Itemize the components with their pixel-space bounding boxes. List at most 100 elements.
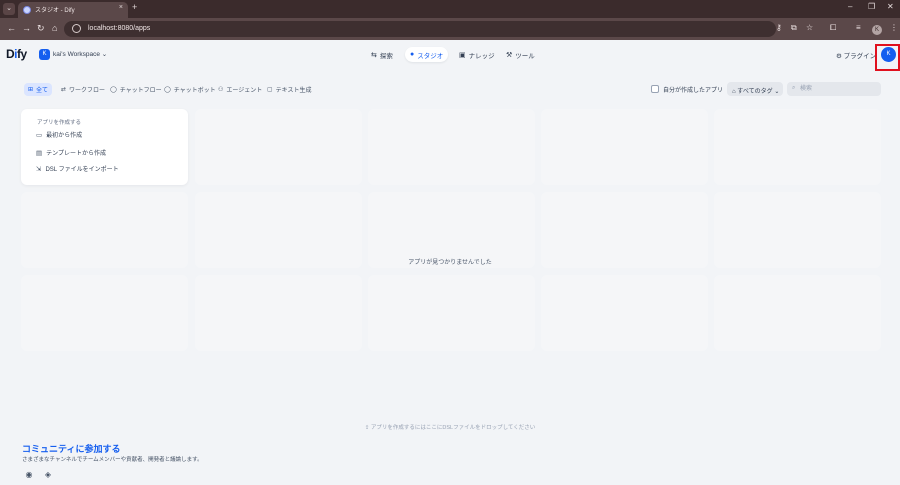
- dify-logo[interactable]: Dify: [6, 47, 27, 61]
- template-icon: ▤: [36, 149, 43, 157]
- create-item-label: DSL ファイルをインポート: [45, 167, 119, 173]
- nav-knowledge[interactable]: ▣ ナレッジ: [454, 47, 500, 62]
- install-app-icon[interactable]: ⧉: [791, 23, 797, 33]
- text-generation-icon: ▢: [267, 87, 273, 93]
- filter-text-generation[interactable]: ▢ テキスト生成: [263, 83, 316, 96]
- address-url[interactable]: localhost:8080/apps: [88, 25, 150, 32]
- create-item-label: 最初から作成: [46, 133, 83, 139]
- workspace-selector[interactable]: kai's Workspace ⌄: [53, 50, 107, 58]
- create-item-label: テンプレートから作成: [46, 151, 106, 157]
- home-icon[interactable]: ⌂: [52, 23, 57, 33]
- created-by-me-label[interactable]: 自分が作成したアプリ: [663, 85, 723, 94]
- nav-explore[interactable]: ⇆ 探索: [366, 47, 398, 62]
- browser-toolbar: ← → ↻ ⌂ localhost:8080/apps ⚷ ⧉ ☆ ⧠ ≡ ⋮: [0, 18, 900, 40]
- browser-profile-avatar[interactable]: K: [872, 25, 882, 35]
- tab-title: スタジオ - Dify: [35, 8, 75, 14]
- tab-close-icon[interactable]: ×: [119, 4, 123, 11]
- explore-icon: ⇆: [371, 51, 377, 59]
- create-app-title: アプリを作成する: [37, 120, 82, 126]
- filter-label: 全て: [36, 88, 49, 94]
- new-tab-icon[interactable]: +: [132, 2, 137, 12]
- grid-icon: ⊞: [28, 87, 34, 93]
- app-header: Dify K kai's Workspace ⌄ ⇆ 探索 ● スタジオ ▣ ナ…: [0, 40, 900, 70]
- plugin-label: プラグイン: [843, 53, 877, 60]
- agent-icon: ⚇: [218, 87, 224, 93]
- tools-icon: ⚒: [506, 51, 513, 59]
- address-bar[interactable]: localhost:8080/apps: [64, 21, 776, 37]
- filter-all[interactable]: ⊞ 全て: [24, 83, 53, 96]
- minimize-icon[interactable]: –: [848, 2, 852, 11]
- chatflow-icon: ◯: [110, 87, 117, 93]
- create-app-card: アプリを作成する ▭ 最初から作成 ▤ テンプレートから作成 ⇲ DSL ファイ…: [21, 109, 188, 185]
- knowledge-icon: ▣: [459, 51, 466, 59]
- nav-knowledge-label: ナレッジ: [468, 52, 495, 60]
- import-dsl-file[interactable]: ⇲ DSL ファイルをインポート: [36, 164, 119, 174]
- user-avatar[interactable]: K: [881, 47, 896, 62]
- filter-label: エージェント: [226, 88, 263, 94]
- chevron-down-icon: ⌄: [774, 89, 780, 95]
- upload-icon: ⇪: [364, 425, 370, 431]
- empty-state-message: アプリが見つかりませんでした: [408, 260, 492, 266]
- placeholder-card: [714, 275, 881, 351]
- bookmark-star-icon[interactable]: ☆: [806, 23, 813, 32]
- tab-search-icon[interactable]: ⌄: [3, 3, 15, 15]
- nav-studio[interactable]: ● スタジオ: [405, 47, 449, 62]
- create-from-blank[interactable]: ▭ 最初から作成: [36, 130, 83, 140]
- search-box[interactable]: ⌕: [787, 82, 881, 96]
- media-icon[interactable]: ≡: [856, 23, 861, 32]
- reload-icon[interactable]: ↻: [37, 23, 45, 34]
- dsl-drop-hint-text: アプリを作成するにはここにDSLファイルをドロップしてください: [370, 425, 536, 431]
- placeholder-card: [714, 109, 881, 185]
- file-icon: ▭: [36, 131, 43, 139]
- plugin-button[interactable]: ⚙ プラグイン: [836, 50, 876, 60]
- filter-label: チャットボット: [173, 88, 216, 94]
- browser-tabstrip: ⌄ スタジオ - Dify × + – ❐ ✕: [0, 0, 900, 18]
- filter-label: テキスト生成: [275, 88, 312, 94]
- created-by-me-checkbox[interactable]: [651, 85, 659, 93]
- nav-studio-label: スタジオ: [417, 52, 444, 60]
- nav-tools-label: ツール: [515, 52, 535, 60]
- import-icon: ⇲: [36, 165, 42, 173]
- placeholder-card: [541, 275, 708, 351]
- placeholder-card: [195, 109, 362, 185]
- filter-agent[interactable]: ⚇ エージェント: [214, 83, 266, 96]
- cards-fade-overlay: [0, 355, 900, 405]
- password-key-icon[interactable]: ⚷: [776, 23, 782, 32]
- workflow-icon: ⇄: [61, 87, 67, 93]
- browser-tab[interactable]: スタジオ - Dify ×: [18, 2, 128, 18]
- community-title: コミュニティに参加する: [22, 444, 121, 454]
- kebab-menu-icon[interactable]: ⋮: [890, 23, 898, 32]
- studio-icon: ●: [410, 51, 415, 58]
- placeholder-card: [541, 109, 708, 185]
- tag-filter-label: すべてのタグ: [737, 89, 773, 95]
- filter-chatflow[interactable]: ◯ チャットフロー: [106, 83, 166, 96]
- placeholder-card: [195, 275, 362, 351]
- filter-chatbot[interactable]: ◯ チャットボット: [160, 83, 220, 96]
- create-from-template[interactable]: ▤ テンプレートから作成: [36, 148, 106, 158]
- github-icon[interactable]: ◉: [24, 470, 34, 480]
- logo-text-b: fy: [17, 47, 27, 61]
- tag-icon: ⌂: [732, 89, 736, 95]
- tag-filter-select[interactable]: ⌂ すべてのタグ ⌄: [727, 82, 783, 96]
- placeholder-card: [368, 109, 535, 185]
- close-window-icon[interactable]: ✕: [887, 2, 894, 11]
- dify-favicon-icon: [23, 6, 31, 14]
- logo-text-a: D: [6, 47, 15, 61]
- dsl-drop-hint: ⇪ アプリを作成するにはここにDSLファイルをドロップしてください: [0, 423, 900, 431]
- back-icon[interactable]: ←: [7, 23, 16, 33]
- nav-explore-label: 探索: [379, 52, 393, 60]
- workspace-avatar[interactable]: K: [39, 49, 50, 60]
- site-info-icon[interactable]: [72, 24, 81, 33]
- search-input[interactable]: [800, 84, 878, 94]
- forward-icon[interactable]: →: [22, 23, 31, 33]
- community-subtitle: さまざまなチャンネルでチームメンバーや貢献者、開発者と議論します。: [22, 457, 203, 463]
- extensions-icon[interactable]: ⧠: [830, 23, 836, 33]
- filter-workflow[interactable]: ⇄ ワークフロー: [57, 83, 109, 96]
- chatbot-icon: ◯: [164, 87, 171, 93]
- plugin-icon: ⚙: [836, 53, 842, 60]
- nav-tools[interactable]: ⚒ ツール: [501, 47, 540, 62]
- placeholder-card: [368, 275, 535, 351]
- restore-icon[interactable]: ❐: [868, 2, 875, 11]
- discord-icon[interactable]: ◈: [43, 470, 53, 480]
- filter-label: チャットフロー: [119, 88, 162, 94]
